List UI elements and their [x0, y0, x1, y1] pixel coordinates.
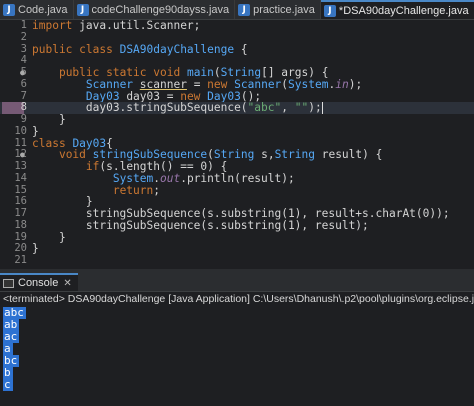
code-text: stringSubSequence(s.substring(1), result… — [32, 207, 450, 220]
console-icon — [3, 278, 14, 288]
line-number: 2 — [20, 30, 27, 43]
text-cursor — [321, 102, 323, 115]
code-line[interactable]: 13 if(s.length() == 0) { — [0, 160, 474, 173]
tab-1[interactable]: JcodeChallenge90dayss.java — [74, 0, 236, 19]
tab-label: practice.java — [253, 3, 315, 16]
console-line[interactable]: c — [3, 379, 13, 391]
tab-label: Code.java — [18, 3, 68, 16]
fold-marker-icon[interactable]: ● — [20, 67, 25, 79]
java-file-icon: J — [323, 4, 336, 17]
code-text: import java.util.Scanner; — [32, 20, 201, 32]
code-line[interactable]: 20} — [0, 242, 474, 256]
console-toolbar: Console ✕ — [0, 273, 474, 292]
code-line[interactable]: 19 } — [0, 231, 474, 244]
line-number: 9 — [20, 113, 27, 125]
line-number: 6 — [20, 77, 27, 90]
code-text: stringSubSequence(s.substring(1), result… — [32, 218, 369, 232]
tab-label: *DSA90dayChallenge.java — [338, 4, 469, 17]
console-tab[interactable]: Console ✕ — [0, 273, 78, 291]
code-text: public class DSA90dayChallenge { — [32, 42, 248, 56]
console-output[interactable]: <terminated> DSA90dayChallenge [Java App… — [0, 292, 474, 406]
java-file-icon: J — [3, 3, 15, 16]
code-line[interactable]: 10} — [0, 124, 474, 138]
code-line[interactable]: 9 } — [0, 113, 474, 126]
code-text: } — [32, 113, 66, 126]
tab-0[interactable]: J Code.java — [0, 0, 74, 19]
tab-3[interactable]: J*DSA90dayChallenge.java✕ — [320, 0, 474, 19]
editor-tabs: J Code.java JcodeChallenge90dayss.java Jpra… — [0, 0, 474, 20]
line-number: 1 — [20, 20, 27, 31]
close-icon[interactable]: ✕ — [63, 278, 71, 289]
code-line[interactable]: 1 import java.util.Scanner; — [0, 20, 474, 32]
code-line[interactable]: 3 public class DSA90dayChallenge { — [0, 42, 474, 56]
line-number: 18 — [14, 218, 27, 231]
console-status: <terminated> DSA90dayChallenge [Java App… — [3, 293, 474, 305]
line-number: 13 — [14, 160, 27, 172]
code-line[interactable]: 18 stringSubSequence(s.substring(1), res… — [0, 218, 474, 232]
code-editor[interactable]: 1 import java.util.Scanner; 2 3 public class… — [0, 20, 474, 269]
code-line[interactable]: 17 stringSubSequence(s.substring(1), res… — [0, 207, 474, 220]
java-file-icon: J — [76, 3, 89, 16]
code-text: day03.stringSubSequence("abc", ""); — [32, 101, 323, 115]
code-line[interactable]: 14 System.out.println(result); — [0, 171, 474, 185]
code-text: } — [32, 242, 39, 256]
line-number: 14 — [14, 171, 27, 184]
code-line[interactable]: 21 — [0, 254, 474, 267]
line-number: 10 — [14, 124, 27, 137]
console-tab-label: Console — [18, 277, 59, 289]
line-number: 21 — [14, 254, 27, 266]
code-text: System.out.println(result); — [112, 171, 295, 185]
java-file-icon: J — [238, 3, 251, 16]
line-number: 17 — [14, 207, 27, 219]
tab-2[interactable]: Jpractice.java — [235, 0, 321, 19]
code-line[interactable]: 8 day03.stringSubSequence("abc", ""); — [0, 101, 474, 115]
tab-label: codeChallenge90dayss.java — [91, 3, 230, 16]
